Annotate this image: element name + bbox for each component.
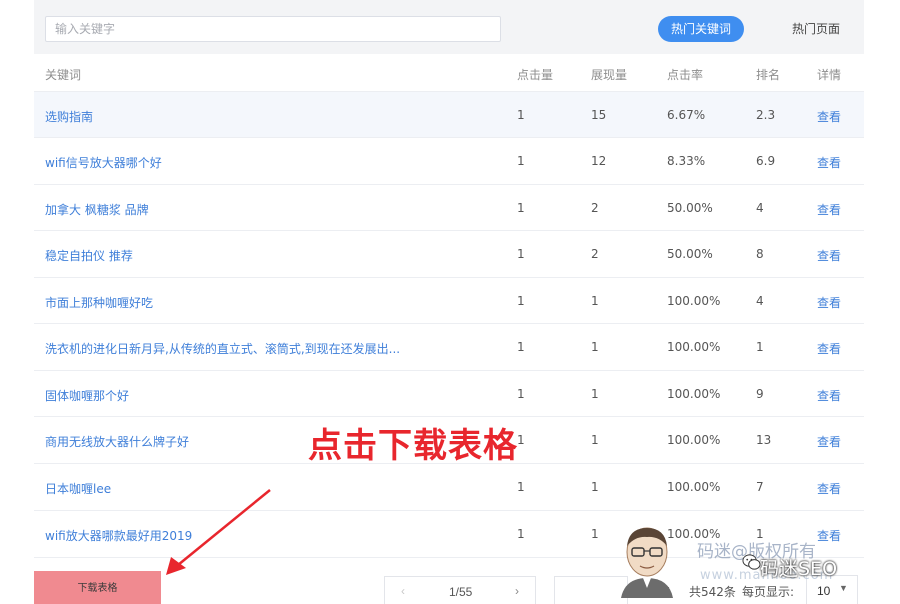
table-row: 选购指南 1 15 6.67% 2.3 查看 — [34, 91, 864, 137]
toolbar: 热门关键词 热门页面 — [34, 0, 864, 54]
caret-down-icon: ▼ — [839, 583, 848, 593]
keyword-link[interactable]: 市面上那种咖喱好吃 — [45, 294, 153, 311]
table-row: wifi信号放大器哪个好 1 12 8.33% 6.9 查看 — [34, 137, 864, 183]
impressions-value: 1 — [591, 340, 599, 354]
pagination: ‹ 1/55 › — [384, 576, 536, 604]
ctr-value: 8.33% — [667, 154, 706, 168]
search-input[interactable] — [46, 17, 500, 41]
column-clicks: 点击量 — [517, 68, 554, 82]
table-row: 稳定自拍仪 推荐 1 2 50.00% 8 查看 — [34, 230, 864, 276]
table-header: 关键词 点击量 展现量 点击率 排名 详情 — [34, 54, 864, 92]
rank-value: 8 — [756, 247, 764, 261]
keyword-link[interactable]: 洗衣机的进化日新月异,从传统的直立式、滚筒式,到现在还发展出... — [45, 340, 400, 357]
rank-value: 4 — [756, 201, 764, 215]
ctr-value: 100.00% — [667, 387, 721, 401]
impressions-value: 12 — [591, 154, 607, 168]
view-detail-link[interactable]: 查看 — [817, 247, 841, 264]
rank-value: 1 — [756, 340, 764, 354]
keyword-link[interactable]: 选购指南 — [45, 108, 93, 125]
keyword-link[interactable]: 日本咖喱lee — [45, 480, 111, 497]
impressions-value: 1 — [591, 294, 599, 308]
table-row: 日本咖喱lee 1 1 100.00% 7 查看 — [34, 463, 864, 509]
clicks-value: 1 — [517, 201, 525, 215]
table-row: 加拿大 枫糖浆 品牌 1 2 50.00% 4 查看 — [34, 184, 864, 230]
per-page-label: 每页显示: — [742, 585, 795, 599]
table-row: 固体咖喱那个好 1 1 100.00% 9 查看 — [34, 370, 864, 416]
download-table-button[interactable]: 下载表格 — [34, 571, 161, 604]
clicks-value: 1 — [517, 387, 525, 401]
ctr-value: 50.00% — [667, 201, 713, 215]
column-impressions: 展现量 — [591, 68, 628, 82]
clicks-value: 1 — [517, 154, 525, 168]
keyword-report-panel: 热门关键词 热门页面 关键词 点击量 展现量 点击率 排名 详情 选购指南 1 … — [34, 0, 864, 604]
impressions-value: 2 — [591, 201, 599, 215]
clicks-value: 1 — [517, 294, 525, 308]
rank-value: 13 — [756, 433, 772, 447]
chevron-right-icon[interactable]: › — [515, 584, 519, 598]
view-detail-link[interactable]: 查看 — [817, 480, 841, 497]
clicks-value: 1 — [517, 527, 525, 541]
ctr-value: 100.00% — [667, 294, 721, 308]
rank-value: 7 — [756, 480, 764, 494]
search-box[interactable] — [45, 16, 501, 42]
impressions-value: 15 — [591, 108, 607, 122]
column-detail: 详情 — [817, 68, 842, 82]
view-detail-link[interactable]: 查看 — [817, 154, 841, 171]
view-detail-link[interactable]: 查看 — [817, 108, 841, 125]
annotation-text: 点击下载表格 — [308, 426, 518, 466]
page-indicator: 1/55 — [449, 585, 473, 599]
column-rank: 排名 — [756, 68, 781, 82]
view-detail-link[interactable]: 查看 — [817, 201, 841, 218]
keyword-link[interactable]: 固体咖喱那个好 — [45, 387, 129, 404]
per-page-value: 10 — [817, 584, 831, 598]
ctr-value: 100.00% — [667, 480, 721, 494]
impressions-value: 1 — [591, 433, 599, 447]
impressions-value: 1 — [591, 527, 599, 541]
impressions-value: 1 — [591, 480, 599, 494]
view-detail-link[interactable]: 查看 — [817, 340, 841, 357]
view-detail-link[interactable]: 查看 — [817, 527, 841, 544]
clicks-value: 1 — [517, 340, 525, 354]
clicks-value: 1 — [517, 480, 525, 494]
chevron-left-icon[interactable]: ‹ — [401, 584, 405, 598]
view-detail-link[interactable]: 查看 — [817, 433, 841, 450]
column-keyword: 关键词 — [45, 68, 82, 82]
rank-value: 2.3 — [756, 108, 776, 122]
rank-value: 9 — [756, 387, 764, 401]
keyword-link[interactable]: wifi放大器哪款最好用2019 — [45, 527, 192, 544]
rank-value: 4 — [756, 294, 764, 308]
view-detail-link[interactable]: 查看 — [817, 387, 841, 404]
column-ctr: 点击率 — [667, 68, 704, 82]
ctr-value: 100.00% — [667, 340, 721, 354]
wechat-icon — [742, 554, 761, 570]
watermark-brand: 码迷SEO — [760, 558, 838, 580]
ctr-value: 6.67% — [667, 108, 706, 122]
ctr-value: 50.00% — [667, 247, 713, 261]
clicks-value: 1 — [517, 433, 525, 447]
total-count: 共542条 — [689, 585, 736, 599]
table-row: 洗衣机的进化日新月异,从传统的直立式、滚筒式,到现在还发展出... 1 1 10… — [34, 323, 864, 369]
impressions-value: 1 — [591, 387, 599, 401]
view-detail-link[interactable]: 查看 — [817, 294, 841, 311]
watermark-avatar — [621, 527, 673, 598]
keyword-link[interactable]: 加拿大 枫糖浆 品牌 — [45, 201, 149, 218]
table-row: 市面上那种咖喱好吃 1 1 100.00% 4 查看 — [34, 277, 864, 323]
clicks-value: 1 — [517, 108, 525, 122]
ctr-value: 100.00% — [667, 433, 721, 447]
keyword-link[interactable]: 稳定自拍仪 推荐 — [45, 247, 133, 264]
clicks-value: 1 — [517, 247, 525, 261]
impressions-value: 2 — [591, 247, 599, 261]
keyword-link[interactable]: 商用无线放大器什么牌子好 — [45, 433, 189, 450]
tab-hot-keywords[interactable]: 热门关键词 — [658, 16, 744, 42]
rank-value: 6.9 — [756, 154, 776, 168]
keyword-link[interactable]: wifi信号放大器哪个好 — [45, 154, 162, 171]
tab-hot-pages[interactable]: 热门页面 — [778, 16, 854, 42]
